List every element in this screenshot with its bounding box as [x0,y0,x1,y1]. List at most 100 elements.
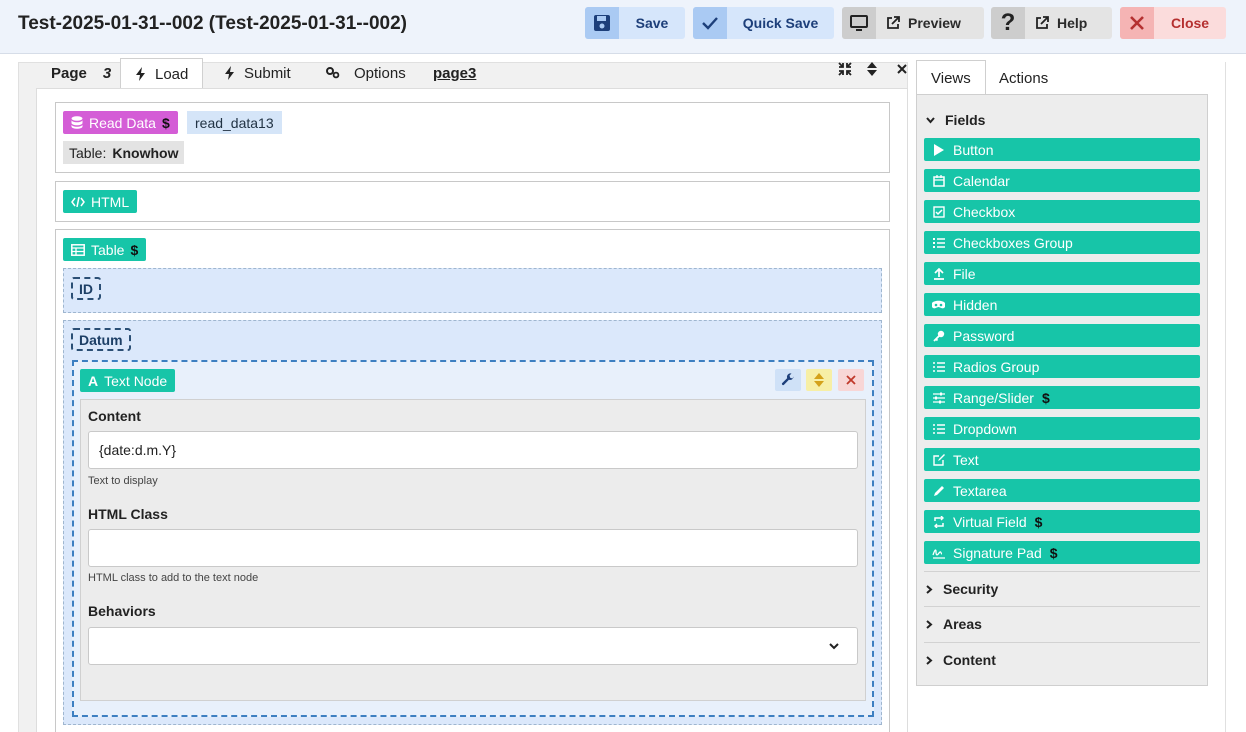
edit-node-button[interactable] [775,369,801,391]
field-item-hidden[interactable]: Hidden [924,293,1200,316]
field-item-dropdown[interactable]: Dropdown [924,417,1200,440]
tab-options[interactable]: Options [326,58,406,88]
sort-icon [814,373,824,387]
section-security[interactable]: Security [926,581,998,597]
save-button[interactable]: Save [585,7,685,39]
tab-views[interactable]: Views [916,60,986,96]
key-icon [932,329,945,342]
field-item-label: Checkboxes Group [953,234,1073,251]
column-id[interactable]: ID [71,277,101,300]
field-item-password[interactable]: Password [924,324,1200,347]
upload-icon [932,267,945,280]
close-icon [846,375,856,385]
field-item-label: Hidden [953,296,998,313]
help-label: Help [1057,15,1088,31]
tab-page[interactable]: Page 3 [51,58,111,88]
html-block [55,181,890,222]
play-icon [932,143,945,156]
question-icon: ? [991,7,1025,39]
field-item-textarea[interactable]: Textarea [924,479,1200,502]
behaviors-select[interactable] [88,627,858,665]
field-item-label: Button [953,141,994,158]
field-item-signature-pad[interactable]: Signature Pad $ [924,541,1200,564]
wrench-icon [781,373,795,387]
html-class-label: HTML Class [88,506,168,522]
section-areas-label: Areas [943,616,982,632]
field-item-range-slider[interactable]: Range/Slider $ [924,386,1200,409]
chevron-down-icon [926,116,935,124]
field-item-label: Range/Slider [953,389,1034,406]
floppy-icon [585,7,619,39]
sort-icon[interactable] [867,62,877,76]
content-label: Content [88,408,141,424]
tab-load[interactable]: Load [120,58,204,89]
html-class-help: HTML class to add to the text node [88,572,259,584]
pencil-icon [932,484,945,497]
dollar-icon: $ [161,114,170,131]
mask-icon [932,298,945,311]
quick-save-label: Quick Save [742,15,819,31]
external-link-icon [1035,16,1049,30]
field-item-calendar[interactable]: Calendar [924,169,1200,192]
tab-submit-label: Submit [244,64,291,82]
compress-icon[interactable] [838,62,852,76]
content-input[interactable]: {date:d.m.Y} [88,431,858,469]
section-areas[interactable]: Areas [926,616,982,632]
chevron-down-icon [829,642,839,650]
read-data-name: read_data13 [187,111,282,134]
field-item-checkboxes-group[interactable]: Checkboxes Group [924,231,1200,254]
code-icon [71,196,85,207]
html-tag[interactable]: HTML [63,190,138,213]
close-label: Close [1170,15,1210,31]
column-datum[interactable]: Datum [71,328,131,351]
field-item-radios-group[interactable]: Radios Group [924,355,1200,378]
tab-page-name[interactable]: page3 [433,58,476,88]
close-icon [1120,7,1154,39]
html-class-input[interactable] [88,529,858,567]
read-data-tag[interactable]: Read Data $ [63,111,178,134]
delete-node-button[interactable] [838,369,864,391]
close-button[interactable]: Close [1120,7,1226,39]
tab-options-label: Options [354,64,406,82]
dollar-icon: $ [130,241,139,258]
field-item-button[interactable]: Button [924,138,1200,161]
field-item-virtual-field[interactable]: Virtual Field $ [924,510,1200,533]
table-tag-label: Table [91,241,125,258]
preview-label: Preview [908,15,961,31]
tab-actions[interactable]: Actions [985,60,1062,96]
column-lane-id [63,268,882,313]
check-icon [693,7,727,39]
table-tag[interactable]: Table $ [63,238,147,261]
section-fields-label: Fields [945,112,986,128]
text-node-tag[interactable]: A Text Node [80,369,176,392]
quick-save-button[interactable]: Quick Save [693,7,834,39]
close-icon[interactable] [896,62,908,76]
dollar-icon: $ [1041,389,1050,406]
preview-button[interactable]: Preview [842,7,984,39]
move-node-button[interactable] [806,369,832,391]
field-item-label: Text [953,451,979,468]
save-label: Save [635,15,669,31]
behaviors-label: Behaviors [88,603,156,619]
gears-icon [326,67,340,79]
help-button[interactable]: ? Help [991,7,1112,39]
edit-icon [932,453,945,466]
field-item-file[interactable]: File [924,262,1200,285]
section-content[interactable]: Content [926,652,996,668]
read-data-label: Read Data [89,114,156,131]
chevron-right-icon [926,619,933,629]
field-item-label: Dropdown [953,420,1017,437]
field-item-checkbox[interactable]: Checkbox [924,200,1200,223]
chevron-right-icon [926,584,933,594]
field-item-label: Textarea [953,482,1007,499]
signature-icon [932,546,945,559]
page-tabs: Page 3 Load Submit Options page3 [18,58,914,89]
field-item-label: Password [953,327,1015,344]
field-item-text[interactable]: Text [924,448,1200,471]
bolt-icon [135,67,147,81]
section-fields[interactable]: Fields [926,112,985,128]
tab-submit[interactable]: Submit [224,58,291,88]
refresh-icon [932,515,945,528]
table-info: Table: Knowhow [63,141,185,164]
field-item-label: Checkbox [953,203,1016,220]
